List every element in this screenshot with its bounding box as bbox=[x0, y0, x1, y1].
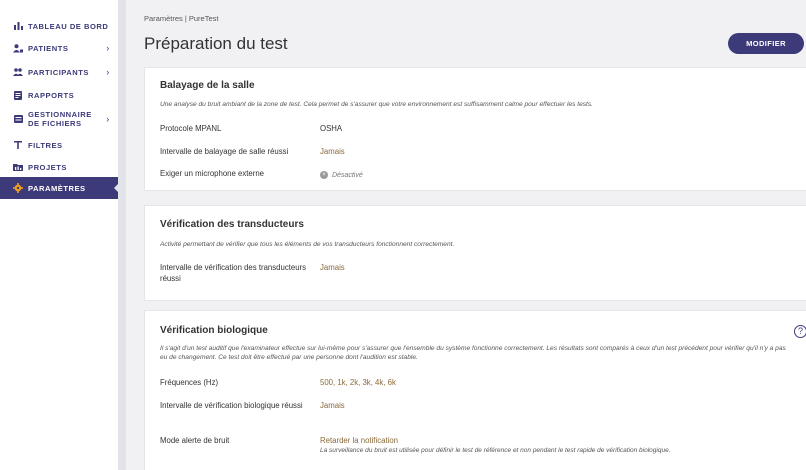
row-label: Mode alerte de bruit bbox=[160, 436, 230, 445]
sidebar-item-label: PARAMÈTRES bbox=[28, 183, 86, 193]
section-title: Vérification des transducteurs bbox=[160, 219, 304, 230]
sidebar-item-file-manager[interactable]: GESTIONNAIRE DE FICHIERS › bbox=[0, 108, 118, 130]
row-label: Protocole MPANL bbox=[160, 124, 222, 133]
biological-check-card: Vérification biologique ? Il s'agit d'un… bbox=[144, 310, 806, 470]
chevron-right-icon: › bbox=[106, 66, 110, 77]
section-description: Une analyse du bruit ambiant de la zone … bbox=[160, 101, 594, 108]
participants-icon bbox=[13, 68, 23, 76]
row-label: Intervalle de vérification des transduct… bbox=[160, 263, 307, 283]
chevron-right-icon: › bbox=[106, 42, 110, 53]
breadcrumb: Paramètres | PureTest bbox=[144, 14, 219, 23]
page-title: Préparation du test bbox=[144, 34, 288, 53]
transducer-check-card: Vérification des transducteurs Activité … bbox=[144, 205, 806, 301]
filter-icon bbox=[13, 141, 23, 149]
report-icon bbox=[13, 90, 23, 100]
help-icon[interactable]: ? bbox=[794, 325, 806, 338]
row-value: 500, 1k, 2k, 3k, 4k, 6k bbox=[320, 378, 396, 387]
sidebar: TABLEAU DE BORD PATIENTS › PARTICIPANTS … bbox=[0, 0, 119, 470]
sidebar-item-filters[interactable]: FILTRES bbox=[0, 139, 118, 151]
disabled-icon: × bbox=[320, 171, 328, 179]
modify-button[interactable]: MODIFIER bbox=[728, 33, 804, 54]
chevron-right-icon: › bbox=[106, 113, 110, 124]
room-scan-card: Balayage de la salle Une analyse du brui… bbox=[144, 67, 806, 191]
section-title: Vérification biologique bbox=[160, 325, 268, 336]
row-label: Intervalle de balayage de salle réussi bbox=[160, 147, 289, 156]
gear-icon bbox=[13, 183, 23, 193]
section-description: Activité permettant de vérifier que tous… bbox=[160, 241, 455, 248]
patient-icon bbox=[13, 43, 23, 53]
row-label: Intervalle de vérification biologique ré… bbox=[160, 401, 303, 410]
row-label: Exiger un microphone externe bbox=[160, 169, 265, 178]
sidebar-item-reports[interactable]: RAPPORTS bbox=[0, 89, 118, 101]
folder-icon bbox=[13, 163, 23, 171]
sidebar-item-participants[interactable]: PARTICIPANTS › bbox=[0, 66, 118, 78]
sidebar-item-settings[interactable]: PARAMÈTRES bbox=[0, 177, 119, 199]
row-value: OSHA bbox=[320, 124, 343, 133]
row-value: Jamais bbox=[320, 263, 345, 272]
toggle-label: Désactivé bbox=[332, 171, 363, 179]
file-manager-icon bbox=[13, 115, 23, 123]
sidebar-item-label: GESTIONNAIRE DE FICHIERS bbox=[28, 110, 92, 128]
row-value: Jamais bbox=[320, 401, 345, 410]
sidebar-item-label: RAPPORTS bbox=[28, 90, 75, 100]
bar-chart-icon bbox=[13, 22, 23, 30]
external-mic-toggle: × Désactivé bbox=[320, 168, 363, 181]
sidebar-item-label: FILTRES bbox=[28, 140, 63, 150]
row-value: Jamais bbox=[320, 147, 345, 156]
section-title: Balayage de la salle bbox=[160, 80, 255, 91]
row-note: La surveillance du bruit est utilisée po… bbox=[320, 447, 671, 454]
sidebar-item-dashboard[interactable]: TABLEAU DE BORD bbox=[0, 20, 118, 32]
section-description: Il s'agit d'un test auditif que l'examin… bbox=[160, 345, 786, 361]
sidebar-divider bbox=[118, 0, 126, 470]
sidebar-item-label: PARTICIPANTS bbox=[28, 67, 89, 77]
row-label: Fréquences (Hz) bbox=[160, 378, 219, 387]
main-content: Paramètres | PureTest Préparation du tes… bbox=[126, 0, 806, 470]
sidebar-item-label: PATIENTS bbox=[28, 43, 69, 53]
sidebar-item-projects[interactable]: PROJETS bbox=[0, 161, 118, 173]
sidebar-item-patients[interactable]: PATIENTS › bbox=[0, 42, 118, 54]
row-value: Retarder la notification bbox=[320, 436, 399, 445]
sidebar-item-label: TABLEAU DE BORD bbox=[28, 21, 109, 31]
sidebar-item-label: PROJETS bbox=[28, 162, 67, 172]
